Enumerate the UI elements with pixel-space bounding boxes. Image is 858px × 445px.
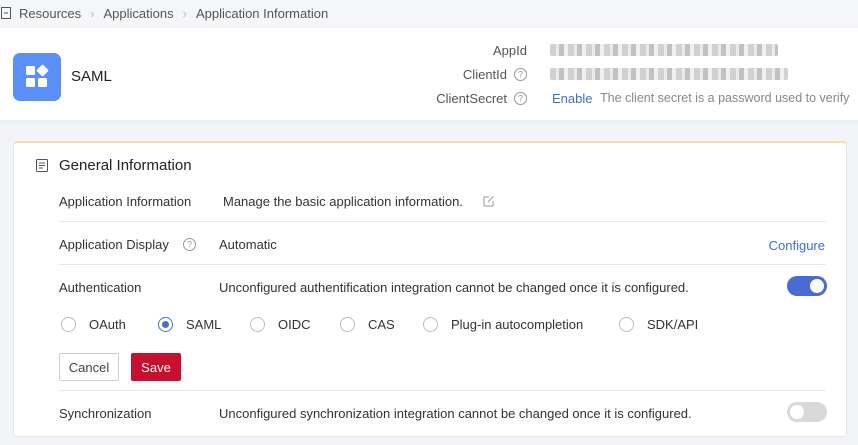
- toggle-knob: [810, 279, 824, 293]
- appid-label: AppId: [493, 43, 527, 58]
- radio-label: OAuth: [89, 317, 126, 332]
- breadcrumb-applications[interactable]: Applications: [103, 6, 173, 21]
- divider: [59, 264, 826, 265]
- svg-text:?: ?: [187, 240, 192, 250]
- authentication-label: Authentication: [59, 280, 142, 295]
- radio-circle[interactable]: [61, 317, 76, 332]
- radio-plugin-autocompletion[interactable]: Plug-in autocompletion: [423, 317, 583, 332]
- radio-oidc[interactable]: OIDC: [250, 317, 311, 332]
- radio-circle[interactable]: [423, 317, 438, 332]
- chevron-right-icon: ›: [182, 5, 187, 21]
- help-icon[interactable]: ?: [182, 238, 196, 251]
- app-grid-icon: [13, 53, 61, 101]
- card-title: General Information: [59, 157, 192, 174]
- configure-link[interactable]: Configure: [769, 238, 825, 253]
- radio-sdk-api[interactable]: SDK/API: [619, 317, 698, 332]
- cancel-button[interactable]: Cancel: [59, 353, 119, 381]
- radio-saml[interactable]: SAML: [158, 317, 221, 332]
- toggle-knob: [790, 405, 804, 419]
- radio-circle[interactable]: [619, 317, 634, 332]
- radio-circle[interactable]: [158, 317, 173, 332]
- authentication-description: Unconfigured authentification integratio…: [219, 280, 689, 295]
- chevron-right-icon: ›: [90, 5, 95, 21]
- general-information-card: General Information Application Informat…: [13, 141, 847, 437]
- secret-hint: The client secret is a password used to …: [600, 91, 850, 105]
- radio-label: SAML: [186, 317, 222, 332]
- enable-secret-link[interactable]: Enable: [552, 91, 592, 106]
- radio-label: Plug-in autocompletion: [451, 317, 584, 332]
- radio-cas[interactable]: CAS: [340, 317, 395, 332]
- save-button[interactable]: Save: [131, 353, 181, 381]
- edit-icon[interactable]: [483, 195, 495, 207]
- breadcrumb: Resources › Applications › Application I…: [0, 0, 858, 26]
- help-icon[interactable]: ?: [514, 92, 527, 105]
- divider: [59, 390, 826, 391]
- synchronization-label: Synchronization: [59, 406, 152, 421]
- app-header: SAML AppId ClientId ? ClientSecret ? Ena…: [0, 28, 858, 120]
- divider: [59, 221, 826, 222]
- svg-text:?: ?: [518, 94, 523, 104]
- breadcrumb-current: Application Information: [195, 5, 329, 21]
- app-info-value: Manage the basic application information…: [223, 194, 463, 209]
- radio-label: OIDC: [278, 317, 311, 332]
- clientid-value: [550, 68, 788, 80]
- radio-oauth[interactable]: OAuth: [61, 317, 126, 332]
- breadcrumb-resources[interactable]: Resources: [19, 6, 81, 21]
- radio-circle[interactable]: [340, 317, 355, 332]
- appid-value: [550, 44, 778, 56]
- radio-circle[interactable]: [250, 317, 265, 332]
- help-icon[interactable]: ?: [514, 68, 527, 81]
- clientid-label: ClientId ?: [463, 67, 527, 82]
- svg-text:?: ?: [518, 70, 523, 80]
- app-display-value: Automatic: [219, 237, 277, 252]
- authentication-toggle[interactable]: [787, 276, 827, 296]
- document-icon: [36, 159, 48, 172]
- radio-label: SDK/API: [647, 317, 699, 332]
- radio-label: CAS: [368, 317, 395, 332]
- app-display-label: Application Display ?: [59, 237, 196, 252]
- clientsecret-label: ClientSecret ?: [436, 91, 527, 106]
- app-name: SAML: [71, 68, 112, 85]
- collapse-icon[interactable]: [1, 7, 11, 19]
- synchronization-description: Unconfigured synchronization integration…: [219, 406, 692, 421]
- synchronization-toggle[interactable]: [787, 402, 827, 422]
- app-info-label: Application Information: [59, 194, 192, 209]
- header-divider: [0, 120, 858, 126]
